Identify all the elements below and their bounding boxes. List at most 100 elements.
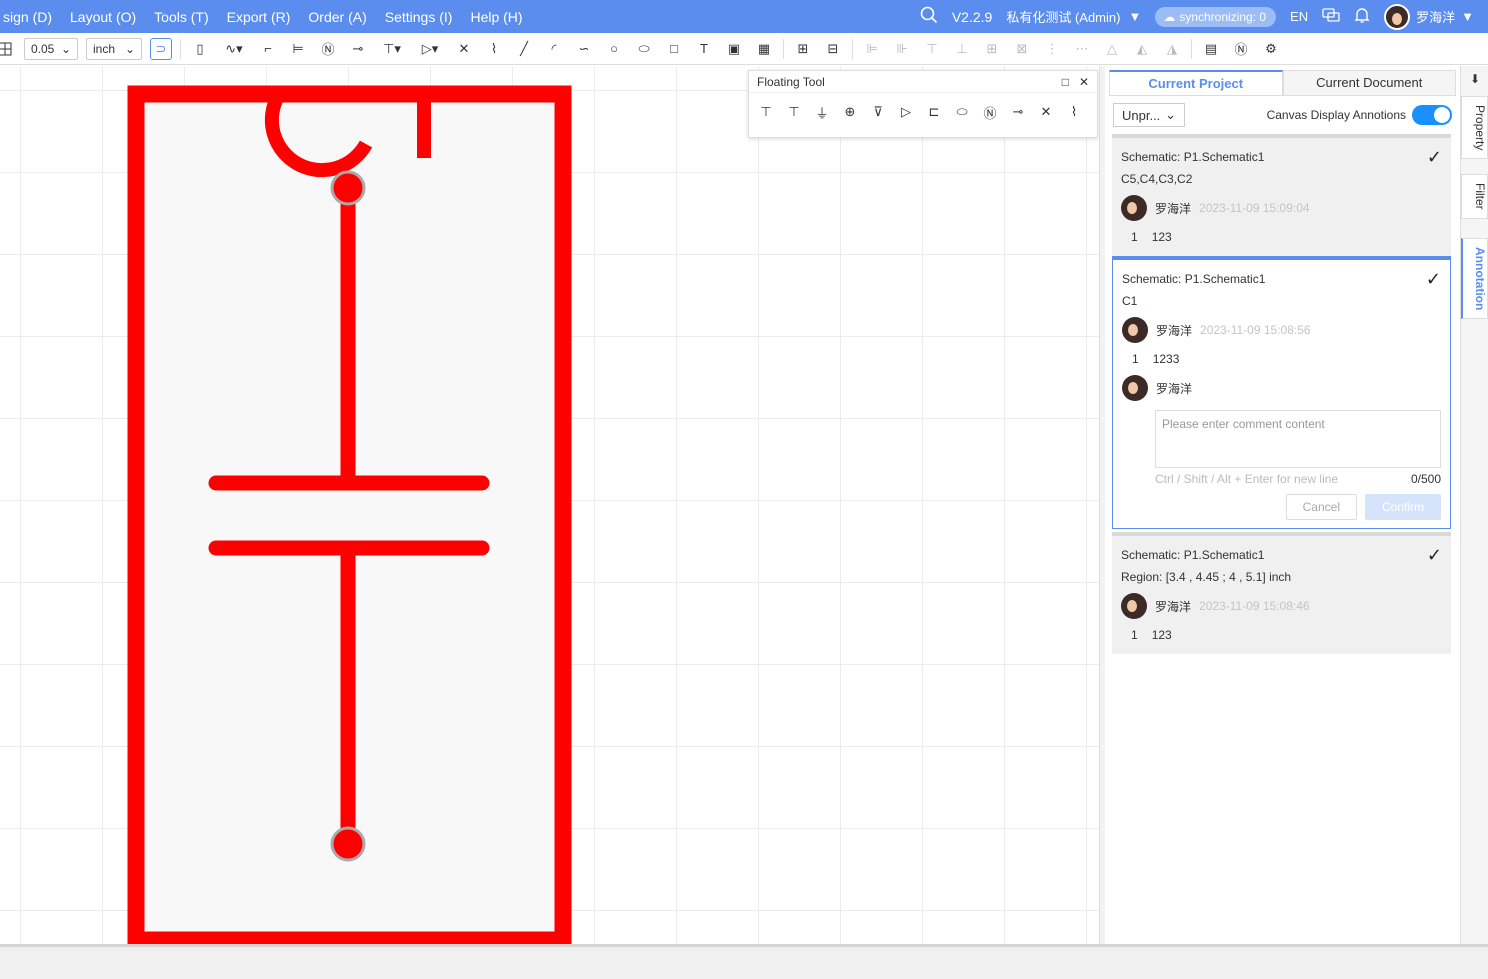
canvas-annotations-toggle[interactable] [1412,105,1452,125]
tab-filter[interactable]: Filter [1461,174,1488,219]
probe-icon[interactable]: ⌇ [1063,101,1085,123]
vcc-icon[interactable]: ⊤ [755,101,777,123]
pin-2-endpoint[interactable] [330,826,366,862]
menu-tools[interactable]: Tools (T) [145,9,217,25]
status-filter-select[interactable]: Unpr... ⌄ [1113,103,1185,127]
wire-icon[interactable]: ∿▾ [219,38,249,60]
output-port-icon[interactable]: ▷ [895,101,917,123]
rectangle-icon[interactable]: □ [663,38,685,60]
capacitor-symbol[interactable] [0,66,1099,944]
org-selector[interactable]: 私有化测试 (Admin) ▼ [1006,7,1141,26]
ground-icon[interactable]: ⏚ [811,101,833,123]
menu-export[interactable]: Export (R) [218,9,300,25]
snap-toggle-icon[interactable]: ⊃ [150,37,172,60]
author-name: 罗海洋 [1155,599,1192,614]
flip-v-icon[interactable]: ◮ [1161,38,1183,60]
grid-size-value: 0.05 [31,41,55,56]
menu-design[interactable]: sign (D) [0,9,61,25]
resolve-check-icon[interactable]: ✓ [1427,545,1442,566]
unit-select[interactable]: inch ⌄ [86,37,142,60]
tab-current-project[interactable]: Current Project [1109,70,1283,95]
pin-manager-icon[interactable]: ⊟ [822,38,844,60]
annotation-card-active[interactable]: Schematic: P1.Schematic1 ✓ C1 罗海洋 2023-1… [1112,256,1451,529]
char-count: 0/500 [1410,472,1441,486]
menu-layout[interactable]: Layout (O) [61,9,145,25]
resolve-check-icon[interactable]: ✓ [1427,147,1442,168]
net-label-icon[interactable]: Ⓝ [979,101,1001,123]
resolve-check-icon[interactable]: ✓ [1426,269,1441,290]
distribute-h-icon[interactable]: ⋮ [1041,38,1063,60]
distribute-v-icon[interactable]: ⋯ [1071,38,1093,60]
table-icon[interactable]: ▦ [753,38,775,60]
gear-icon[interactable]: ⚙ [1260,38,1282,60]
pin-icon[interactable]: ⬇ [1470,72,1480,86]
bezier-icon[interactable]: ∽ [573,38,595,60]
annotation-card[interactable]: Schematic: P1.Schematic1 ✓ Region: [3.4 … [1112,532,1451,654]
symbol-wizard-icon[interactable]: ⊞ [792,38,814,60]
chevron-down-icon: ⌄ [1165,107,1176,122]
card-target: C1 [1122,294,1138,308]
line-icon[interactable]: ╱ [513,38,535,60]
net-label-icon[interactable]: Ⓝ [317,38,339,60]
ellipse-icon[interactable]: ⬭ [633,38,655,60]
chevron-down-icon: ⌄ [124,41,135,56]
grid-icon[interactable] [0,38,16,60]
circle-icon[interactable]: ○ [603,38,625,60]
reply-index: 1 [1131,628,1138,642]
align-center-h-icon[interactable]: ⊞ [981,38,1003,60]
align-left-icon[interactable]: ⊫ [861,38,883,60]
comment-input[interactable]: Please enter comment content [1155,410,1441,468]
align-center-v-icon[interactable]: ⊠ [1011,38,1033,60]
toolbar-divider [852,38,853,59]
tab-property[interactable]: Property [1461,96,1488,160]
close-icon[interactable]: ✕ [1079,75,1089,89]
no-connect-icon[interactable]: ✕ [1035,101,1057,123]
component-icon[interactable]: ▯ [189,38,211,60]
netlist-icon[interactable]: Ⓝ [1230,38,1252,60]
bidirectional-port-icon[interactable]: ⬭ [951,101,973,123]
menu-settings[interactable]: Settings (I) [376,9,462,25]
probe-icon[interactable]: ⌇ [483,38,505,60]
align-top-icon[interactable]: ⊤ [921,38,943,60]
confirm-button[interactable]: Confirm [1364,494,1441,520]
align-right-icon[interactable]: ⊪ [891,38,913,60]
caret-down-icon: ▼ [1128,9,1142,24]
user-menu[interactable]: 罗海洋 ▼ [1384,3,1474,30]
menu-help[interactable]: Help (H) [461,9,531,25]
image-icon[interactable]: ▣ [723,38,745,60]
language-switch[interactable]: EN [1290,9,1308,24]
arc-icon[interactable]: ◜ [543,38,565,60]
toolbar: 0.05 ⌄ inch ⌄ ⊃ ▯ ∿▾ ⌐ ⊨ Ⓝ ⊸ ⊤▾ ▷▾ ✕ ⌇ ╱… [0,33,1488,65]
cancel-button[interactable]: Cancel [1285,494,1357,520]
power-icon[interactable]: ⊤▾ [377,38,407,60]
document-icon[interactable]: ▤ [1200,38,1222,60]
flip-h-icon[interactable]: ◭ [1131,38,1153,60]
net-port-icon[interactable]: ⊸ [1007,101,1029,123]
port-icon[interactable]: ▷▾ [415,38,445,60]
pin-1-endpoint[interactable] [330,170,366,206]
search-icon[interactable] [920,6,938,27]
align-bottom-icon[interactable]: ⊥ [951,38,973,60]
text-icon[interactable]: T [693,38,715,60]
chat-icon[interactable] [1322,7,1340,26]
grid-size-select[interactable]: 0.05 ⌄ [24,37,78,60]
input-port-icon[interactable]: ⊏ [923,101,945,123]
bell-icon[interactable] [1354,6,1370,27]
sync-badge[interactable]: ☁ synchronizing: 0 [1155,6,1277,27]
canvas-annotations-label: Canvas Display Annotions [1266,108,1406,122]
menu-order[interactable]: Order (A) [299,9,375,25]
maximize-icon[interactable]: □ [1062,75,1069,89]
plus-5v-icon[interactable]: ⊤ [783,101,805,123]
no-connect-icon[interactable]: ✕ [453,38,475,60]
bus-icon[interactable]: ⌐ [257,38,279,60]
schematic-canvas[interactable]: C1 [0,66,1099,944]
net-port-icon[interactable]: ⊸ [347,38,369,60]
bus-entry-icon[interactable]: ⊨ [287,38,309,60]
tab-current-document[interactable]: Current Document [1282,70,1456,95]
earth-ground-icon[interactable]: ⊽ [867,101,889,123]
analog-ground-icon[interactable]: ⊕ [839,101,861,123]
tab-annotation[interactable]: Annotation [1461,238,1488,320]
floating-tool-header[interactable]: Floating Tool □ ✕ [749,71,1097,93]
annotation-card[interactable]: Schematic: P1.Schematic1 ✓ C5,C4,C3,C2 罗… [1112,134,1451,256]
rotate-icon[interactable]: △ [1101,38,1123,60]
